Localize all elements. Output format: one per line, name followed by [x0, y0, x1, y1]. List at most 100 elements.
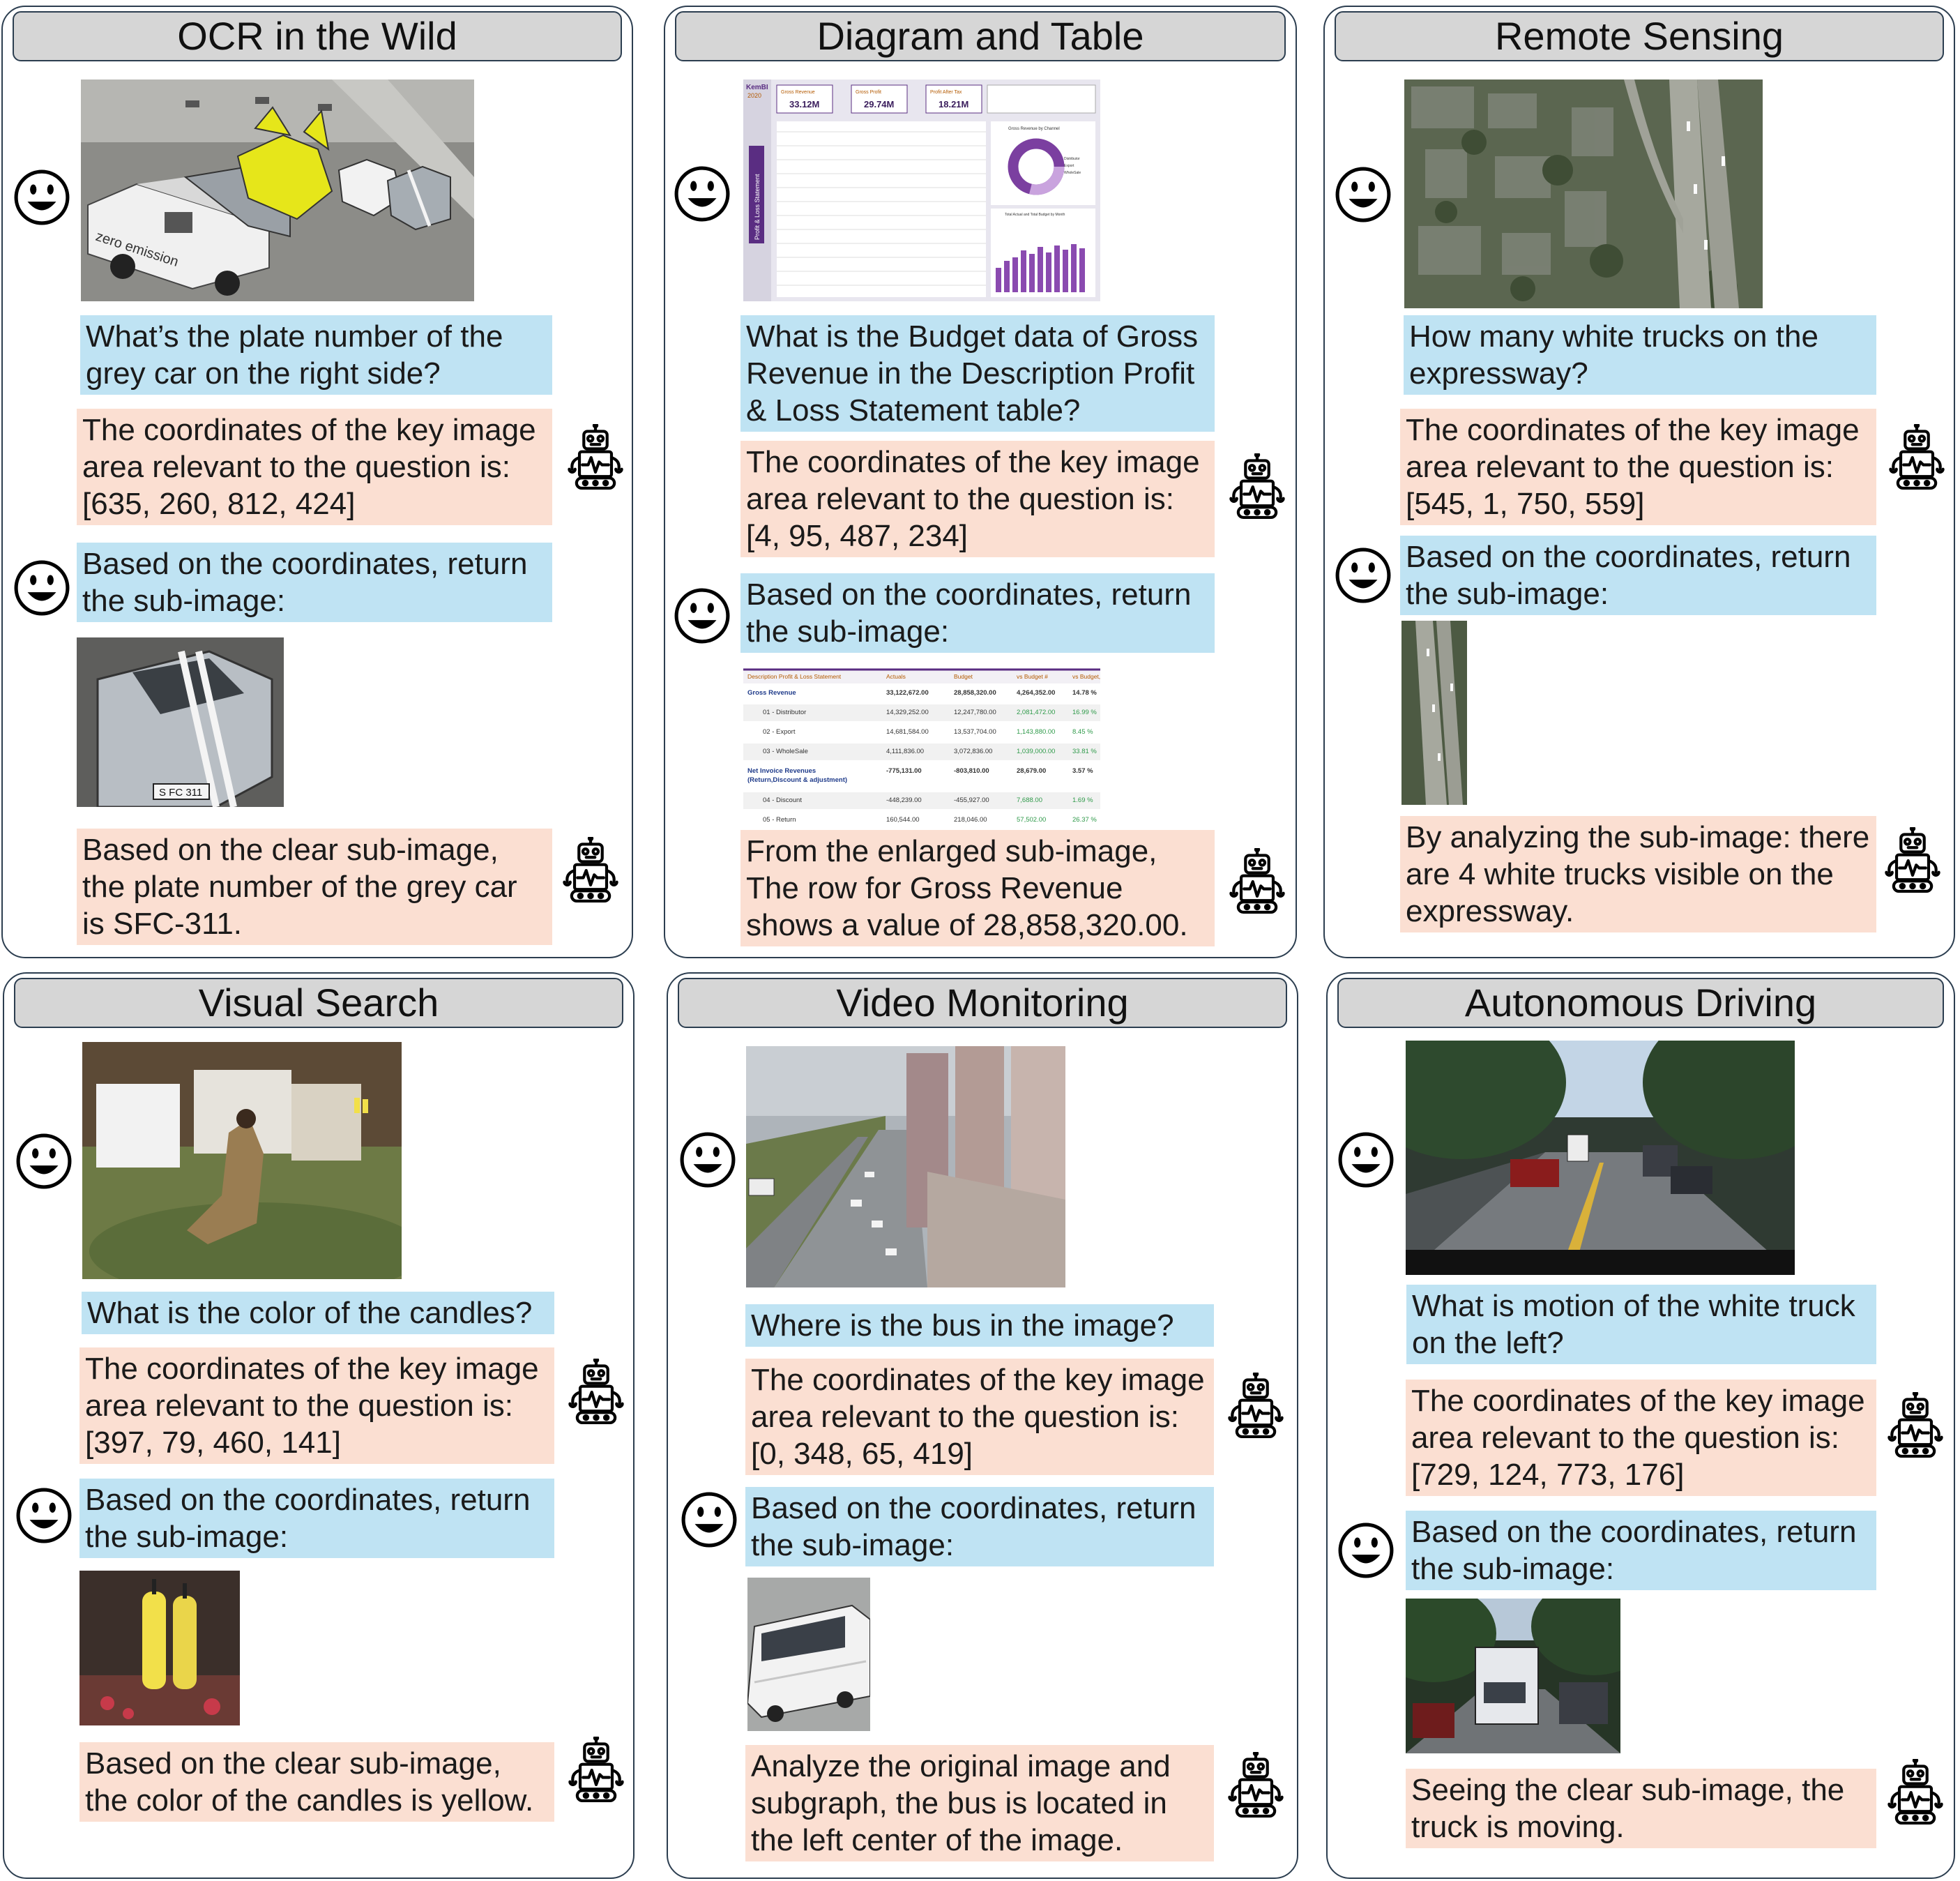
kpi-value: 18.21M: [939, 99, 968, 109]
user-smiley-icon: [679, 1131, 736, 1188]
table-cell: 8.45 %: [1072, 728, 1093, 736]
panel-autonomous-driving: Autonomous Driving What is motion of the…: [1326, 972, 1955, 1879]
truck-crop-sub-image: [1406, 1599, 1620, 1753]
table-cell: 26.37 %: [1072, 816, 1097, 823]
dashboard-year: 2020: [747, 92, 761, 99]
table-cell: 03 - WholeSale: [763, 748, 808, 755]
user-return-request: Based on the coordinates, return the sub…: [1400, 536, 1876, 615]
user-smiley-icon: [13, 169, 70, 226]
table-cell: 57,502.00: [1017, 816, 1046, 823]
assistant-coordinates: The coordinates of the key image area re…: [79, 1347, 554, 1464]
table-cell: -803,810.00: [954, 767, 989, 775]
table-cell: Gross Revenue: [747, 689, 796, 697]
panel-title: Autonomous Driving: [1337, 978, 1944, 1028]
assistant-answer: From the enlarged sub-image, The row for…: [740, 830, 1215, 946]
assistant-robot-icon: [1885, 1392, 1945, 1458]
plate-text: S FC 311: [159, 787, 202, 799]
table-cell: 4,111,836.00: [886, 748, 924, 755]
table-cell: 02 - Export: [763, 728, 796, 736]
table-cell: 14,329,252.00: [886, 709, 929, 716]
dashboard-brand: KemBI: [746, 84, 768, 91]
assistant-robot-icon: [1226, 1373, 1286, 1438]
table-cell: 05 - Return: [763, 816, 796, 823]
user-question: What’s the plate number of the grey car …: [80, 315, 552, 395]
table-cell: 3.57 %: [1072, 767, 1093, 775]
panel-title: Remote Sensing: [1335, 11, 1944, 61]
dashboard-sidebar-label: Profit & Loss Statement: [754, 174, 761, 240]
user-return-request: Based on the coordinates, return the sub…: [745, 1487, 1214, 1566]
assistant-coordinates: The coordinates of the key image area re…: [77, 409, 552, 525]
table-cell: 28,679.00: [1017, 767, 1046, 775]
panel-video-monitoring: Video Monitoring Where is the bus in the…: [667, 972, 1298, 1879]
panel-remote-sensing: Remote Sensing How many white trucks on …: [1323, 6, 1955, 958]
table-header: vs Budget, %: [1072, 673, 1100, 680]
table-cell: 12,247,780.00: [954, 709, 996, 716]
user-question: What is the Budget data of Gross Revenue…: [740, 315, 1215, 432]
driving-scene-image: [1406, 1041, 1795, 1275]
user-smiley-icon: [681, 1491, 738, 1548]
table-cell: 4,264,352.00: [1017, 689, 1055, 697]
city-street-image: [746, 1046, 1065, 1287]
assistant-robot-icon: [1226, 1752, 1286, 1818]
assistant-robot-icon: [566, 1359, 626, 1424]
table-cell: -455,927.00: [954, 796, 989, 804]
table-cell: -448,239.00: [886, 796, 922, 804]
assistant-answer: Analyze the original image and subgraph,…: [745, 1745, 1214, 1861]
assistant-robot-icon: [1887, 424, 1947, 490]
panel-title: Video Monitoring: [678, 978, 1287, 1028]
assistant-coordinates: The coordinates of the key image area re…: [740, 441, 1215, 557]
assistant-coordinates: The coordinates of the key image area re…: [1406, 1380, 1876, 1496]
table-cell: 2,081,472.00: [1017, 709, 1055, 716]
parking-lot-cars-image: zero emission: [81, 80, 474, 301]
panel-ocr-in-the-wild: OCR in the Wild zero emission What’s the…: [1, 6, 633, 958]
user-question: What is motion of the white truck on the…: [1406, 1285, 1876, 1364]
dashboard-image: KemBI 2020 Profit & Loss Statement Gross…: [743, 80, 1100, 301]
table-cell: 7,688.00: [1017, 796, 1042, 804]
kpi-label: Gross Revenue: [781, 90, 815, 95]
assistant-robot-icon: [1227, 453, 1287, 519]
assistant-robot-icon: [1883, 827, 1943, 893]
user-smiley-icon: [1337, 1522, 1395, 1579]
user-question: Where is the bus in the image?: [745, 1304, 1214, 1347]
table-cell: 1.69 %: [1072, 796, 1093, 804]
panel-title: OCR in the Wild: [13, 11, 622, 61]
table-cell: 28,858,320.00: [954, 689, 996, 697]
assistant-answer: Based on the clear sub-image, the plate …: [77, 829, 552, 945]
user-smiley-icon: [1335, 547, 1392, 604]
table-cell: 160,544.00: [886, 816, 920, 823]
car-crop-sub-image: S FC 311: [77, 637, 284, 807]
assistant-answer: Seeing the clear sub-image, the truck is…: [1406, 1769, 1876, 1848]
donut-title: Gross Revenue by Channel: [1008, 127, 1060, 131]
assistant-robot-icon: [565, 424, 625, 490]
assistant-answer: By analyzing the sub-image: there are 4 …: [1400, 816, 1876, 932]
assistant-coordinates: The coordinates of the key image area re…: [1400, 409, 1876, 525]
kpi-label: Gross Profit: [856, 90, 881, 95]
panel-visual-search: Visual Search What is the color of the c…: [3, 972, 635, 1879]
assistant-answer: Based on the clear sub-image, the color …: [79, 1742, 554, 1822]
table-header: Description Profit & Loss Statement: [747, 673, 842, 680]
table-cell: 01 - Distributor: [763, 709, 806, 716]
bus-crop-sub-image: [747, 1578, 870, 1731]
user-return-request: Based on the coordinates, return the sub…: [79, 1479, 554, 1558]
donut-legend: Distributor: [1064, 157, 1080, 161]
table-cell: -775,131.00: [886, 767, 922, 775]
table-cell: 218,046.00: [954, 816, 987, 823]
user-smiley-icon: [15, 1133, 73, 1190]
aerial-image: [1404, 80, 1763, 308]
assistant-robot-icon: [561, 837, 621, 902]
table-header: Actuals: [886, 673, 906, 680]
assistant-robot-icon: [1885, 1759, 1945, 1825]
panel-title: Diagram and Table: [675, 11, 1286, 61]
user-return-request: Based on the coordinates, return the sub…: [1406, 1511, 1876, 1590]
assistant-robot-icon: [566, 1737, 626, 1802]
donut-legend: WholeSale: [1064, 171, 1081, 175]
user-smiley-icon: [674, 165, 731, 222]
user-return-request: Based on the coordinates, return the sub…: [77, 543, 552, 622]
assistant-coordinates: The coordinates of the key image area re…: [745, 1359, 1214, 1475]
bars-title: Total Actual and Total Budget by Month: [1005, 213, 1065, 217]
user-return-request: Based on the coordinates, return the sub…: [740, 573, 1215, 653]
user-smiley-icon: [1335, 166, 1392, 223]
user-smiley-icon: [1337, 1131, 1395, 1188]
donut-legend: Export: [1064, 164, 1074, 168]
user-question: What is the color of the candles?: [82, 1292, 554, 1334]
